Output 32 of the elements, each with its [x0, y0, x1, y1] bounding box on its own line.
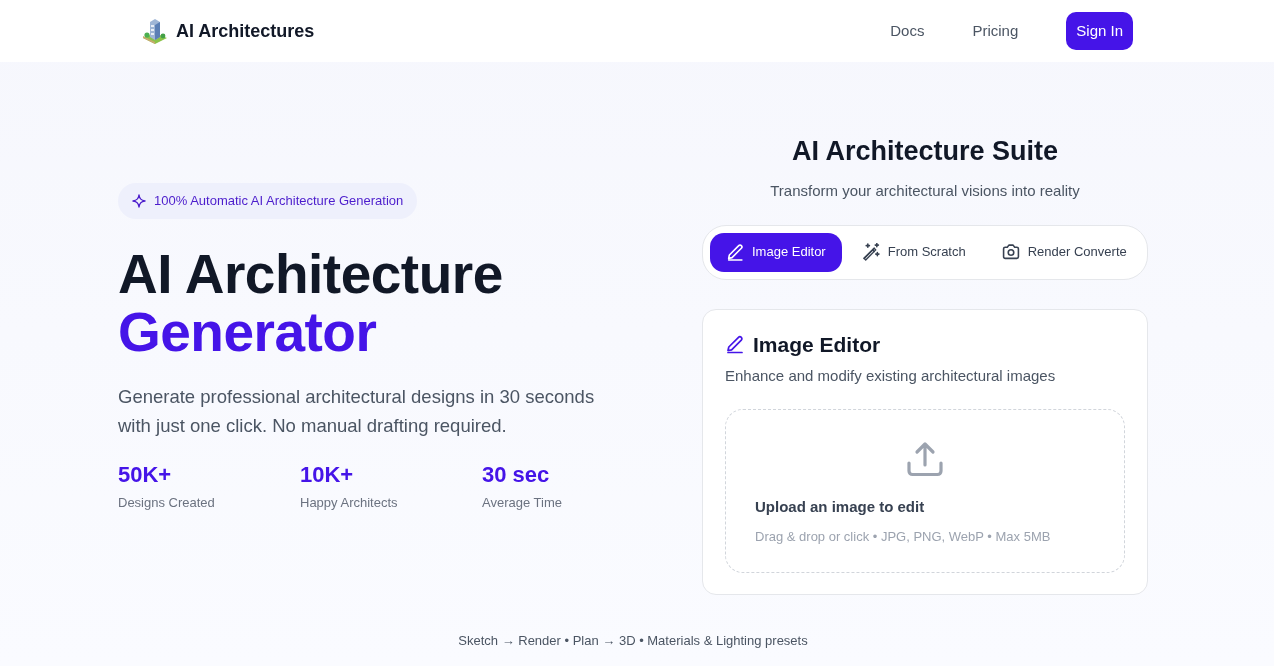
- building-logo-icon: [142, 18, 168, 44]
- stat-label: Designs Created: [118, 493, 216, 512]
- upload-icon: [905, 440, 944, 479]
- mode-tab[interactable]: Image Editor: [710, 232, 842, 272]
- nav-link[interactable]: Pricing: [972, 19, 1019, 43]
- hero-description: Generate professional architectural designs in 30 seconds with just one click. No manual drafting required.: [118, 384, 596, 438]
- suite-subtitle: Transform your architectural visions into reality: [769, 181, 1081, 201]
- sparkle-icon: [132, 193, 146, 208]
- stat-value: 30 sec: [482, 461, 551, 488]
- upload-hint: Drag & drop or click • JPG, PNG, WebP • Max 5MB: [755, 527, 1052, 546]
- nav-link[interactable]: Docs: [890, 19, 925, 43]
- suite-title: AI Architecture Suite: [790, 135, 1060, 168]
- magic-wand-icon: [861, 243, 880, 261]
- feature-note: Sketch → Render • Plan → 3D • Materials & Lighting presets: [457, 632, 809, 651]
- mode-tab[interactable]: Render Converte: [985, 232, 1143, 272]
- panel-title: Image Editor: [753, 331, 881, 357]
- brand-name: AI Architectures: [176, 19, 315, 43]
- stat-label: Average Time: [482, 493, 563, 512]
- hero-title: AI Architecture: [118, 246, 504, 302]
- stat-value: 10K+: [300, 461, 355, 488]
- camera-icon: [1001, 243, 1020, 261]
- pencil-icon: [726, 243, 744, 261]
- stat-value: 50K+: [118, 461, 173, 488]
- upload-title: Upload an image to edit: [755, 497, 926, 518]
- upload-dropzone[interactable]: Upload an image to edit Drag & drop or click • JPG, PNG, WebP • Max 5MB: [725, 409, 1125, 574]
- mode-tab[interactable]: From Scratch: [845, 232, 982, 272]
- sign-in-button[interactable]: Sign In: [1066, 11, 1133, 51]
- hero-title-accent: Generator: [118, 304, 378, 360]
- panel-subtitle: Enhance and modify existing architectural images: [725, 365, 1057, 386]
- badge-text: 100% Automatic AI Architecture Generation: [154, 192, 404, 211]
- pencil-icon: [725, 334, 745, 355]
- stat-label: Happy Architects: [300, 493, 399, 512]
